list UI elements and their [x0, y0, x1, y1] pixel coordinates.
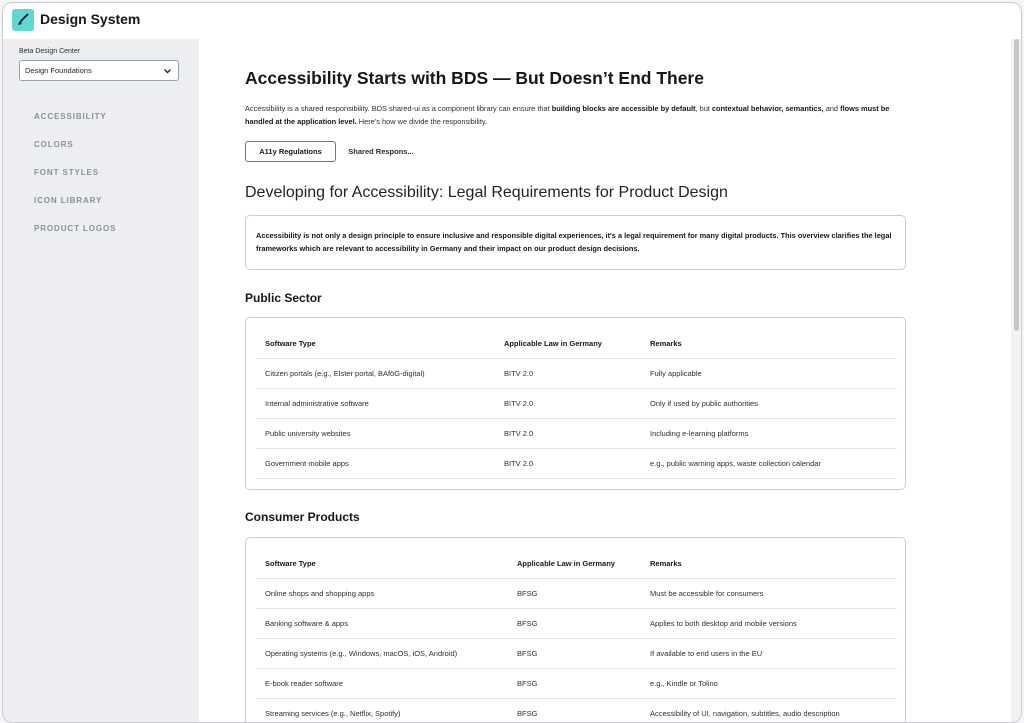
table-cell: BITV 2.0	[504, 369, 534, 378]
consumer-products-heading: Consumer Products	[245, 510, 360, 524]
table-cell: E-book reader software	[265, 679, 343, 688]
consumer-products-table: Software Type Applicable Law in Germany Re…	[245, 537, 906, 722]
tab-a11y-regulations[interactable]: A11y Regulations	[245, 141, 336, 162]
scrollbar[interactable]	[1011, 39, 1021, 722]
column-header: Software Type	[265, 339, 316, 348]
intro-text: Accessibility is a shared responsibility…	[245, 103, 907, 128]
table-cell: e.g., Kindle or Tolino	[650, 679, 718, 688]
legal-callout: Accessibility is not only a design princ…	[245, 215, 906, 270]
table-cell: Must be accessible for consumers	[650, 589, 764, 598]
top-bar: Design System	[3, 3, 1021, 39]
table-cell: Online shops and shopping apps	[265, 589, 375, 598]
scrollbar-thumb[interactable]	[1014, 39, 1019, 331]
sidebar: Beta Design Center Design Foundations AC…	[3, 39, 199, 722]
table-cell: If available to end users in the EU	[650, 649, 763, 658]
table-cell: Internal administrative software	[265, 399, 369, 408]
table-row: Internal administrative software BITV 2.0…	[256, 388, 897, 419]
table-cell: Streaming services (e.g., Netflix, Spoti…	[265, 709, 401, 718]
section-title: Developing for Accessibility: Legal Requ…	[245, 184, 728, 201]
table-cell: BFSG	[517, 619, 538, 628]
table-row: E-book reader software BFSG e.g., Kindle o…	[256, 668, 897, 699]
table-cell: Accessibility of UI, navigation, subtitl…	[650, 709, 840, 718]
sidebar-item-product-logos[interactable]: PRODUCT LOGOS	[34, 224, 116, 233]
app-title: Design System	[40, 11, 141, 27]
sidebar-item-accessibility[interactable]: ACCESSIBILITY	[34, 112, 107, 121]
sidebar-item-colors[interactable]: COLORS	[34, 140, 74, 149]
table-cell: BFSG	[517, 649, 538, 658]
table-row: Banking software & apps BFSG Applies to bo…	[256, 608, 897, 639]
column-header: Remarks	[650, 339, 682, 348]
page-title: Accessibility Starts with BDS — But Does…	[245, 68, 704, 88]
table-cell: BFSG	[517, 679, 538, 688]
table-cell: BFSG	[517, 709, 538, 718]
table-row: Streaming services (e.g., Netflix, Spoti…	[256, 698, 897, 722]
design-center-label: Beta Design Center	[19, 48, 81, 55]
intro-part: Here’s how we divide the responsibility.	[356, 116, 488, 126]
table-cell: BITV 2.0	[504, 459, 534, 468]
table-row: Citizen portals (e.g., Elster portal, BA…	[256, 358, 897, 389]
table-row: Government mobile apps BITV 2.0 e.g., publ…	[256, 448, 897, 479]
table-cell: Only if used by public authorities	[650, 399, 758, 408]
column-header: Applicable Law in Germany	[504, 339, 602, 348]
table-cell: BITV 2.0	[504, 399, 534, 408]
column-header: Remarks	[650, 559, 682, 568]
brush-logo-icon[interactable]	[12, 9, 34, 31]
table-cell: Including e-learning platforms	[650, 429, 749, 438]
sidebar-item-font-styles[interactable]: FONT STYLES	[34, 168, 99, 177]
table-row: Operating systems (e.g., Windows, macOS,…	[256, 638, 897, 669]
intro-part: , but	[695, 104, 712, 113]
select-value: Design Foundations	[25, 66, 92, 75]
column-header: Software Type	[265, 559, 316, 568]
table-header-row: Software Type Applicable Law in Germany Re…	[256, 548, 897, 579]
public-sector-table: Software Type Applicable Law in Germany Re…	[245, 317, 906, 490]
table-row: Public university websites BITV 2.0 Includ…	[256, 418, 897, 449]
table-cell: Citizen portals (e.g., Elster portal, BA…	[265, 369, 425, 378]
table-cell: Public university websites	[265, 429, 351, 438]
tab-shared-responsibility[interactable]: Shared Respons...	[341, 141, 421, 162]
public-sector-heading: Public Sector	[245, 291, 322, 305]
column-header: Applicable Law in Germany	[517, 559, 615, 568]
table-cell: Applies to both desktop and mobile versi…	[650, 619, 797, 628]
sidebar-item-icon-library[interactable]: ICON LIBRARY	[34, 196, 102, 205]
intro-bold: building blocks are accessible by defaul…	[551, 104, 696, 113]
table-cell: e.g., public warning apps, waste collect…	[650, 459, 821, 468]
table-cell: Operating systems (e.g., Windows, macOS,…	[265, 649, 458, 658]
intro-part: and	[823, 104, 841, 113]
table-cell: Banking software & apps	[265, 619, 348, 628]
intro-bold: contextual behavior, semantics,	[711, 104, 824, 113]
table-cell: Government mobile apps	[265, 459, 349, 468]
foundations-select[interactable]: Design Foundations	[19, 60, 179, 81]
chevron-down-icon	[164, 69, 171, 74]
table-cell: BFSG	[517, 589, 538, 598]
table-row: Online shops and shopping apps BFSG Must b…	[256, 578, 897, 609]
table-cell: Fully applicable	[650, 369, 702, 378]
intro-part: Accessibility is a shared responsibility…	[245, 104, 552, 113]
table-header-row: Software Type Applicable Law in Germany Re…	[256, 328, 897, 359]
app-window: Design System Beta Design Center Design …	[2, 2, 1022, 723]
table-cell: BITV 2.0	[504, 429, 534, 438]
